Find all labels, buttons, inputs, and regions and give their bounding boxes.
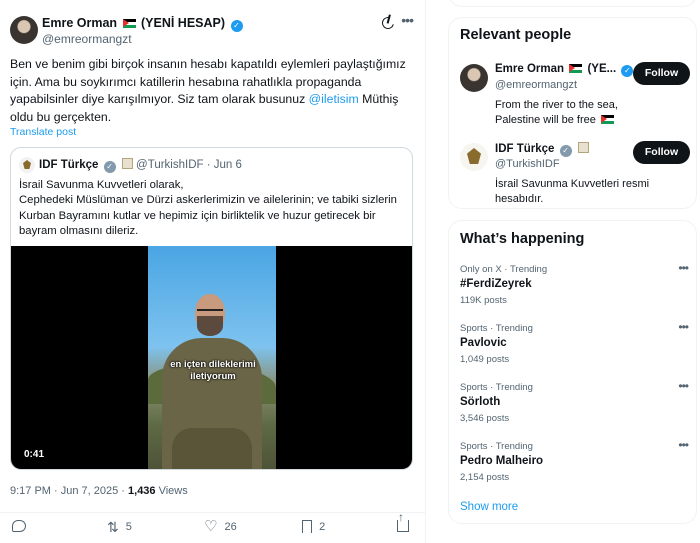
relevant-people-title: Relevant people bbox=[460, 27, 572, 43]
trend-category: Sports · Trending bbox=[460, 441, 533, 452]
more-icon[interactable]: ••• bbox=[678, 379, 689, 393]
avatar[interactable] bbox=[460, 64, 488, 92]
whats-happening-card: What’s happening Only on X · Trending #F… bbox=[448, 220, 697, 524]
person-bio: From the river to the sea, Palestine wil… bbox=[495, 98, 655, 128]
follow-button[interactable]: Follow bbox=[633, 62, 690, 85]
video-frame bbox=[148, 246, 276, 469]
like-button[interactable]: ♡ 26 bbox=[204, 518, 237, 536]
person-bio-text: From the river to the sea, Palestine wil… bbox=[495, 99, 618, 126]
verified-icon[interactable]: ✓ bbox=[230, 20, 243, 32]
tweet-actions: ⇅ 5 ♡ 26 2 bbox=[0, 511, 426, 542]
trend-count: 1,049 posts bbox=[460, 354, 510, 365]
verified-icon: ✓ bbox=[559, 145, 572, 157]
subtitle-line: iletiyorum bbox=[190, 371, 236, 382]
video-soldier-legs bbox=[172, 428, 252, 469]
sidebar-top-card bbox=[448, 0, 697, 7]
show-more-link[interactable]: Show more bbox=[460, 501, 518, 513]
tweet-detail: Emre Orman (YENİ HESAP) ✓ @emreormangzt … bbox=[0, 0, 426, 543]
person-name[interactable]: IDF Türkçe ✓ bbox=[495, 142, 589, 157]
relevant-people-card: Relevant people Emre Orman (YE... ✓ @emr… bbox=[448, 17, 697, 209]
verified-icon: ✓ bbox=[103, 161, 116, 173]
subtitle-line: en içten dileklerimi bbox=[170, 359, 256, 370]
palestine-flag-icon bbox=[600, 115, 614, 124]
tweet-meta: 9:17 PM · Jun 7, 2025 · 1,436 Views bbox=[10, 485, 188, 497]
more-icon[interactable]: ••• bbox=[678, 261, 689, 275]
trend-category: Sports · Trending bbox=[460, 323, 533, 334]
person-name[interactable]: Emre Orman (YE... ✓ bbox=[495, 63, 634, 77]
quote-handle: @TurkishIDF bbox=[136, 159, 204, 171]
trend-count: 2,154 posts bbox=[460, 472, 510, 483]
tweet-author-row: Emre Orman (YENİ HESAP) ✓ @emreormangzt … bbox=[10, 12, 416, 48]
author-avatar[interactable] bbox=[10, 16, 38, 44]
author-name-text[interactable]: Emre Orman bbox=[42, 16, 117, 30]
more-icon[interactable]: ••• bbox=[678, 438, 689, 452]
person-handle[interactable]: @TurkishIDF bbox=[495, 158, 560, 170]
trend-name: Sörloth bbox=[460, 396, 501, 408]
share-button[interactable] bbox=[397, 511, 409, 536]
views-label: Views bbox=[155, 485, 188, 497]
quote-author-name: IDF Türkçe bbox=[39, 159, 99, 171]
quote-date: · Jun 6 bbox=[206, 159, 242, 171]
author-name[interactable]: Emre Orman (YENİ HESAP) ✓ bbox=[42, 16, 243, 32]
trend-count: 3,546 posts bbox=[460, 413, 510, 424]
trend-item[interactable]: Sports · Trending Sörloth 3,546 posts ••… bbox=[460, 379, 689, 432]
quote-text: İsrail Savunma Kuvvetleri olarak, Cephed… bbox=[19, 179, 397, 238]
trend-item[interactable]: Sports · Trending Pedro Malheiro 2,154 p… bbox=[460, 438, 689, 491]
video-soldier-glasses bbox=[197, 309, 223, 313]
tweet-timestamp[interactable]: 9:17 PM · Jun 7, 2025 · bbox=[10, 485, 128, 497]
like-icon: ♡ bbox=[204, 518, 218, 535]
palestine-flag-icon bbox=[569, 64, 583, 73]
more-icon[interactable]: ••• bbox=[401, 12, 414, 28]
affiliate-badge-icon bbox=[121, 158, 133, 169]
author-name-suffix[interactable]: (YENİ HESAP) bbox=[141, 16, 225, 30]
more-icon[interactable]: ••• bbox=[678, 320, 689, 334]
trend-category: Only on X · Trending bbox=[460, 264, 548, 275]
quote-author: IDF Türkçe ✓ @TurkishIDF · Jun 6 bbox=[39, 158, 242, 173]
quoted-tweet[interactable]: IDF Türkçe ✓ @TurkishIDF · Jun 6 İsrail … bbox=[10, 147, 413, 470]
mention-link[interactable]: @iletisim bbox=[309, 92, 359, 106]
person-name-suffix[interactable]: (YE... bbox=[587, 63, 616, 75]
verified-icon: ✓ bbox=[621, 65, 634, 77]
palestine-flag-icon bbox=[122, 19, 136, 28]
bookmark-icon bbox=[302, 520, 312, 533]
repost-count: 5 bbox=[125, 521, 132, 533]
like-count: 26 bbox=[224, 521, 237, 533]
video-soldier-beard bbox=[197, 316, 223, 336]
views-count: 1,436 bbox=[128, 485, 156, 497]
bookmark-count: 2 bbox=[319, 520, 326, 533]
tweet-text: Ben ve benim gibi birçok insanın hesabı … bbox=[10, 56, 412, 126]
follow-button[interactable]: Follow bbox=[633, 141, 690, 164]
avatar[interactable] bbox=[460, 143, 488, 171]
trend-name: Pavlovic bbox=[460, 337, 507, 349]
reply-icon bbox=[12, 520, 26, 533]
repost-icon: ⇅ bbox=[107, 519, 119, 535]
video-duration: 0:41 bbox=[24, 449, 45, 460]
translate-post-link[interactable]: Translate post bbox=[10, 126, 76, 138]
whats-happening-title: What’s happening bbox=[460, 231, 585, 247]
person-name-text[interactable]: IDF Türkçe bbox=[495, 143, 554, 155]
trend-name: #FerdiZeyrek bbox=[460, 278, 532, 290]
quote-avatar bbox=[19, 157, 35, 173]
person-name-text[interactable]: Emre Orman bbox=[495, 63, 564, 75]
repost-button[interactable]: ⇅ 5 bbox=[107, 520, 132, 536]
video-subtitle: en içten dileklerimi iletiyorum bbox=[163, 359, 263, 383]
person-handle[interactable]: @emreormangzt bbox=[495, 79, 577, 91]
trend-item[interactable]: Sports · Trending Pavlovic 1,049 posts •… bbox=[460, 320, 689, 373]
author-handle[interactable]: @emreormangzt bbox=[42, 32, 132, 46]
trend-count: 119K posts bbox=[460, 295, 507, 306]
grok-icon[interactable] bbox=[379, 14, 397, 32]
affiliate-badge-icon bbox=[577, 142, 589, 153]
trend-category: Sports · Trending bbox=[460, 382, 533, 393]
person-bio: İsrail Savunma Kuvvetleri resmi hesabıdı… bbox=[495, 178, 650, 205]
video-player[interactable]: en içten dileklerimi iletiyorum 0:41 bbox=[11, 246, 412, 469]
bookmark-button[interactable]: 2 bbox=[302, 520, 325, 536]
share-icon bbox=[397, 511, 409, 533]
trend-name: Pedro Malheiro bbox=[460, 455, 544, 467]
reply-button[interactable] bbox=[12, 520, 30, 536]
trend-item[interactable]: Only on X · Trending #FerdiZeyrek 119K p… bbox=[460, 261, 689, 314]
